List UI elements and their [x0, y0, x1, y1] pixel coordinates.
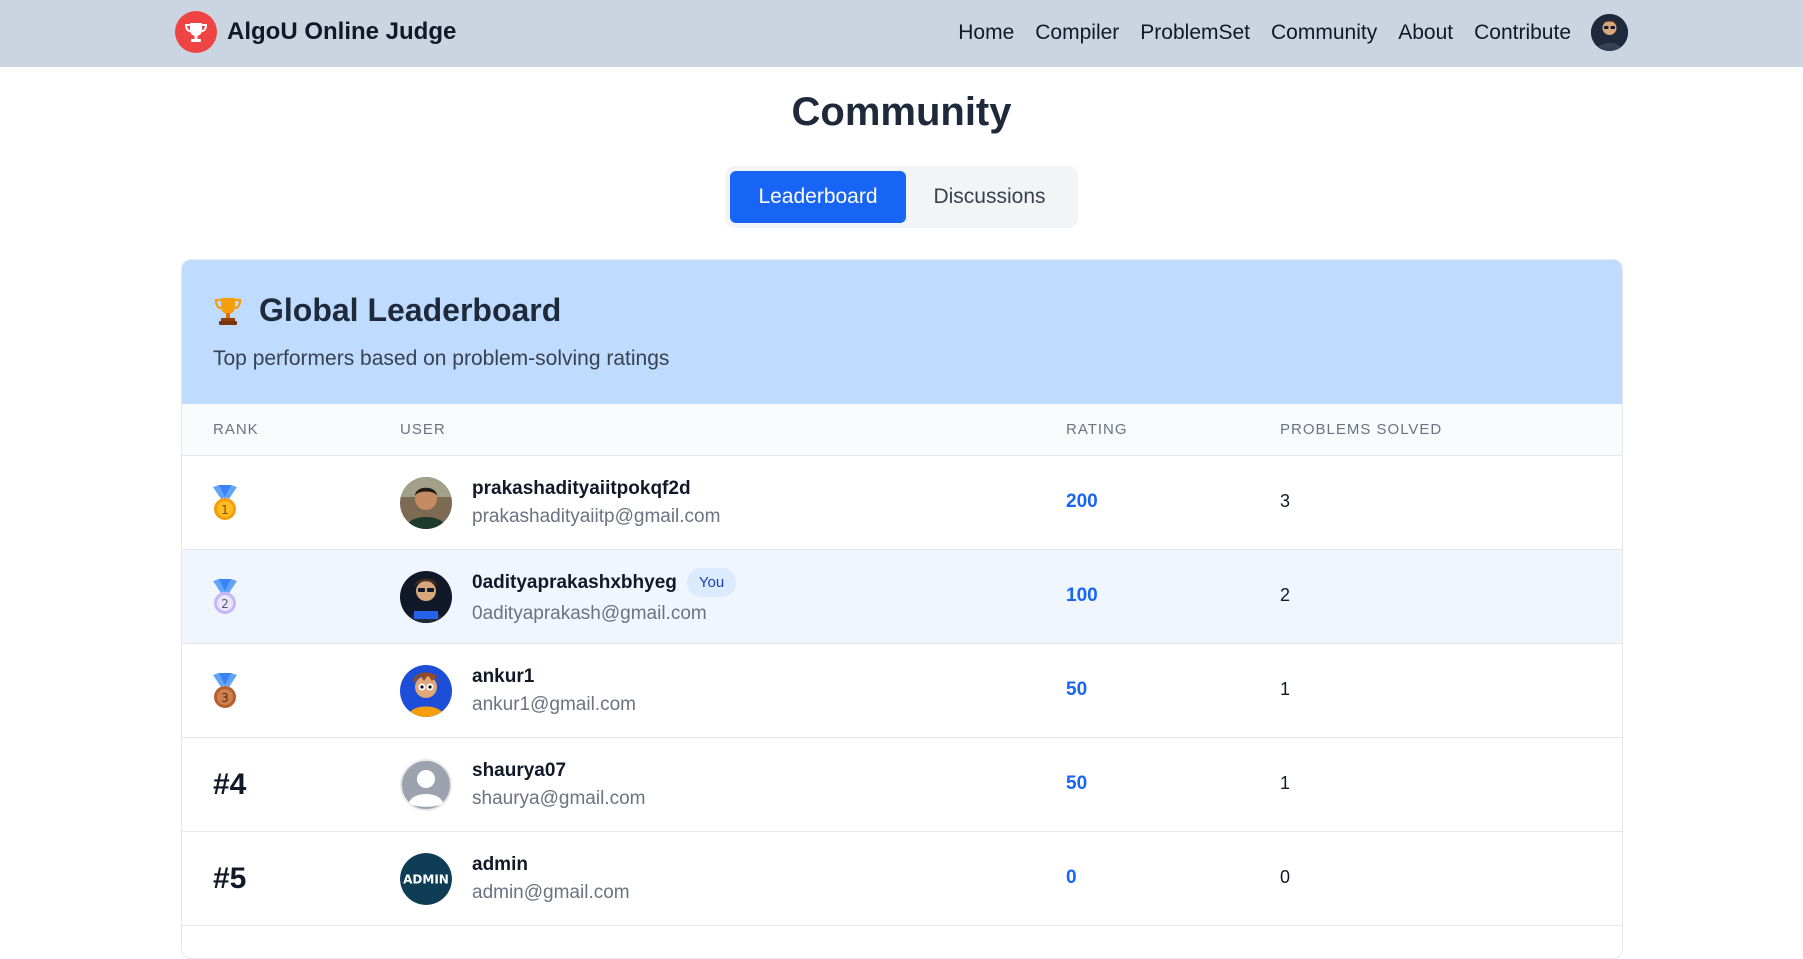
problems-solved-value: 1	[1280, 773, 1291, 793]
leaderboard-title-line: Global Leaderboard	[213, 292, 1591, 329]
rating-value: 0	[1066, 867, 1077, 888]
leaderboard-title: Global Leaderboard	[259, 292, 562, 328]
user-info: 0adityaprakashxbhyeg You 0adityaprakash@…	[472, 568, 737, 625]
user-email: prakashadityaiitp@gmail.com	[472, 505, 721, 527]
nav-link-problemset[interactable]: ProblemSet	[1140, 21, 1250, 45]
trophy-icon	[175, 11, 217, 53]
gold-medal-icon: 1	[213, 484, 237, 520]
nav-links: Home Compiler ProblemSet Community About…	[937, 14, 1628, 51]
user-cell: ankur1 ankur1@gmail.com	[400, 644, 636, 737]
table-row: 2 0adityaprakashxbhyeg You 0adityaprakas…	[182, 550, 1622, 644]
user-email: 0adityaprakash@gmail.com	[472, 603, 707, 624]
username-line: 0adityaprakashxbhyeg You	[472, 568, 737, 597]
username[interactable]: shaurya07	[472, 760, 566, 782]
username-line: admin	[472, 854, 630, 876]
user-cell: prakashadityaiitpokqf2d prakashadityaiit…	[400, 456, 720, 549]
problems-solved-value: 2	[1280, 585, 1291, 605]
column-header-user: USER	[400, 421, 446, 438]
rating-value: 200	[1066, 491, 1098, 512]
username-line: prakashadityaiitpokqf2d	[472, 478, 720, 500]
table-row: #5 ADMIN admin admin@gmail.com 0 0	[182, 832, 1622, 926]
table-header: RANK USER RATING PROBLEMS SOLVED	[182, 404, 1622, 456]
avatar[interactable]	[400, 476, 452, 529]
user-email: shaurya@gmail.com	[472, 787, 646, 809]
rating-value: 50	[1066, 679, 1088, 700]
avatar[interactable]	[400, 570, 452, 623]
bronze-medal-icon: 3	[213, 672, 237, 708]
rank-cell: #4	[213, 738, 246, 831]
user-info: admin admin@gmail.com	[472, 854, 630, 904]
you-badge: You	[686, 568, 737, 597]
leaderboard-card: Global Leaderboard Top performers based …	[181, 259, 1623, 959]
nav-link-community[interactable]: Community	[1271, 21, 1377, 45]
user-cell: shaurya07 shaurya@gmail.com	[400, 738, 645, 831]
default-avatar-icon[interactable]	[400, 758, 452, 811]
user-avatar-icon[interactable]	[1591, 14, 1628, 51]
user-cell: 0adityaprakashxbhyeg You 0adityaprakash@…	[400, 550, 737, 643]
nav-link-compiler[interactable]: Compiler	[1035, 21, 1119, 45]
rank-cell: 3	[213, 644, 243, 737]
username-line: shaurya07	[472, 760, 645, 782]
leaderboard-header: Global Leaderboard Top performers based …	[182, 260, 1622, 404]
rank-cell: #5	[213, 832, 246, 925]
problems-solved-value: 0	[1280, 867, 1291, 887]
problems-solved-value: 1	[1280, 679, 1291, 699]
silver-medal-icon: 2	[213, 578, 237, 614]
column-header-rank: RANK	[213, 421, 259, 438]
column-header-rating: RATING	[1066, 421, 1128, 438]
page-title: Community	[791, 90, 1012, 134]
user-info: shaurya07 shaurya@gmail.com	[472, 760, 645, 810]
username[interactable]: 0adityaprakashxbhyeg	[472, 572, 677, 594]
problems-solved-value: 3	[1280, 491, 1291, 511]
table-row: 1 prakashadityaiitpokqf2d prakashadityai…	[182, 456, 1622, 550]
tab-group: Leaderboard Discussions	[725, 166, 1078, 228]
table-row: #4 shaurya07 shaurya@gmail.com 50 1	[182, 738, 1622, 832]
rank-cell: 2	[213, 550, 243, 643]
username-line: ankur1	[472, 666, 636, 688]
leaderboard-subtitle: Top performers based on problem-solving …	[213, 347, 670, 370]
nav-link-contribute[interactable]: Contribute	[1474, 21, 1571, 45]
nav-link-about[interactable]: About	[1398, 21, 1453, 45]
user-info: ankur1 ankur1@gmail.com	[472, 666, 636, 716]
rating-value: 50	[1066, 773, 1088, 794]
username[interactable]: prakashadityaiitpokqf2d	[472, 478, 691, 500]
brand-name: AlgoU Online Judge	[227, 18, 457, 45]
tab-discussions[interactable]: Discussions	[906, 171, 1073, 223]
navbar: AlgoU Online Judge Home Compiler Problem…	[0, 0, 1803, 67]
user-cell: ADMIN admin admin@gmail.com	[400, 832, 630, 925]
admin-avatar-text: ADMIN	[403, 872, 449, 886]
svg-text:2: 2	[221, 597, 229, 611]
username[interactable]: admin	[472, 854, 528, 876]
svg-text:3: 3	[221, 691, 229, 705]
avatar[interactable]: ADMIN	[400, 852, 452, 905]
tab-leaderboard[interactable]: Leaderboard	[730, 171, 906, 223]
username[interactable]: ankur1	[472, 666, 534, 688]
table-row: 3 ankur1 ankur1@gmail.com 50 1	[182, 644, 1622, 738]
rank-number: #4	[213, 767, 247, 801]
rank-cell: 1	[213, 456, 243, 549]
svg-text:1: 1	[221, 503, 229, 517]
column-header-problems-solved: PROBLEMS SOLVED	[1280, 421, 1443, 438]
user-info: prakashadityaiitpokqf2d prakashadityaiit…	[472, 478, 720, 528]
rating-value: 100	[1066, 585, 1098, 606]
brand[interactable]: AlgoU Online Judge	[175, 11, 456, 53]
avatar[interactable]	[400, 664, 452, 717]
nav-link-home[interactable]: Home	[958, 21, 1014, 45]
rank-number: #5	[213, 861, 247, 895]
user-email: admin@gmail.com	[472, 881, 630, 903]
user-email: ankur1@gmail.com	[472, 693, 636, 715]
trophy-icon	[214, 297, 242, 325]
